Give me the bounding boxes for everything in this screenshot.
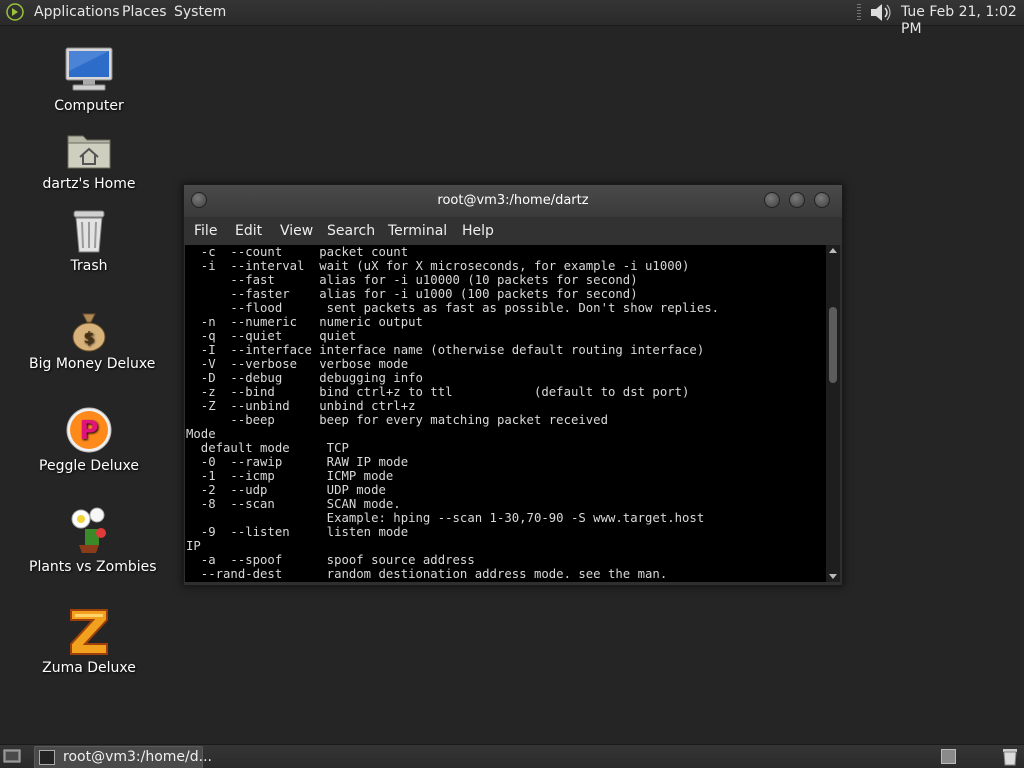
menu-help[interactable]: Help: [462, 222, 494, 240]
menu-search[interactable]: Search: [327, 222, 375, 240]
terminal-scrollbar[interactable]: [826, 245, 840, 582]
terminal-line: default mode TCP: [186, 441, 349, 455]
terminal-line: -a --spoof spoof source address: [186, 553, 475, 567]
applications-menu[interactable]: Applications: [34, 4, 120, 21]
terminal-line: -c --count packet count: [186, 245, 409, 259]
volume-icon[interactable]: [869, 2, 893, 23]
scroll-up-arrow-icon[interactable]: [829, 248, 837, 253]
taskbar-item-terminal[interactable]: root@vm3:/home/d...: [34, 746, 212, 768]
terminal-line: -V --verbose verbose mode: [186, 357, 409, 371]
show-desktop-icon[interactable]: [3, 748, 21, 765]
terminal-line: IP: [186, 539, 201, 553]
money-bag-icon: $: [72, 313, 106, 352]
terminal-line: -8 --scan SCAN mode.: [186, 497, 401, 511]
terminal-text: -c --count packet count -i --interval wa…: [185, 245, 826, 581]
computer-icon: [65, 47, 113, 91]
terminal-line: -Z --unbind unbind ctrl+z: [186, 399, 416, 413]
desktop-icon-computer[interactable]: Computer: [29, 46, 149, 114]
menu-terminal[interactable]: Terminal: [388, 222, 447, 240]
terminal-line: -0 --rawip RAW IP mode: [186, 455, 409, 469]
terminal-output[interactable]: -c --count packet count -i --interval wa…: [185, 245, 826, 582]
terminal-line: Mode: [186, 427, 216, 441]
terminal-line: -2 --udp UDP mode: [186, 483, 386, 497]
terminal-line: --fast alias for -i u10000 (10 packets f…: [186, 273, 638, 287]
desktop-icon-zuma[interactable]: Zuma Deluxe: [29, 606, 149, 676]
terminal-line: -i --interval wait (uX for X microsecond…: [186, 259, 690, 273]
window-titlebar[interactable]: root@vm3:/home/dartz: [184, 185, 842, 217]
scrollbar-thumb[interactable]: [829, 307, 837, 383]
desktop-icon-label: dartz's Home: [42, 176, 136, 192]
terminal-line: --flood sent packets as fast as possible…: [186, 301, 720, 315]
bottom-panel: root@vm3:/home/d...: [0, 744, 1024, 768]
desktop-icon-label: Plants vs Zombies: [29, 559, 157, 575]
desktop-icon-label: Big Money Deluxe: [29, 356, 156, 372]
plants-vs-zombies-icon: [71, 507, 106, 553]
peggle-icon: P: [66, 407, 112, 453]
zuma-icon: [70, 609, 108, 655]
terminal-line: -1 --icmp ICMP mode: [186, 469, 394, 483]
distro-logo-icon[interactable]: [6, 3, 24, 21]
system-menu[interactable]: System: [174, 4, 226, 21]
menu-view[interactable]: View: [280, 222, 313, 240]
maximize-button[interactable]: [789, 192, 805, 208]
desktop-icon-peggle[interactable]: P Peggle Deluxe: [29, 406, 149, 474]
clock[interactable]: Tue Feb 21, 1:02 PM: [901, 4, 1024, 38]
scroll-down-arrow-icon[interactable]: [829, 574, 837, 579]
terminal-window[interactable]: root@vm3:/home/dartz File Edit View Sear…: [183, 184, 843, 586]
desktop: Applications Places System Tue Feb 21, 1…: [0, 0, 1024, 768]
terminal-line: --faster alias for -i u1000 (100 packets…: [186, 287, 638, 301]
top-panel: Applications Places System Tue Feb 21, 1…: [0, 0, 1024, 37]
desktop-icon-plants-vs-zombies[interactable]: Plants vs Zombies: [29, 505, 157, 575]
desktop-icon-label: Computer: [54, 98, 124, 114]
terminal-menubar: File Edit View Search Terminal Help: [184, 217, 842, 245]
desktop-icon-big-money[interactable]: $ Big Money Deluxe: [29, 310, 156, 372]
menu-edit[interactable]: Edit: [235, 222, 262, 240]
window-title: root@vm3:/home/dartz: [437, 193, 589, 208]
terminal-line: --beep beep for every matching packet re…: [186, 413, 608, 427]
terminal-line: -n --numeric numeric output: [186, 315, 423, 329]
workspace-switcher[interactable]: [941, 749, 956, 764]
desktop-icon-label: Zuma Deluxe: [42, 660, 136, 676]
taskbar-item-label: root@vm3:/home/d...: [63, 749, 212, 765]
terminal-line: -9 --listen listen mode: [186, 525, 409, 539]
home-folder-icon: [67, 135, 111, 169]
terminal-line: --rand-dest random destionation address …: [186, 567, 668, 581]
terminal-line: -q --quiet quiet: [186, 329, 357, 343]
terminal-line: -D --debug debugging info: [186, 371, 423, 385]
svg-text:$: $: [83, 328, 94, 347]
trash-applet-icon[interactable]: [1000, 747, 1020, 766]
terminal-line: -z --bind bind ctrl+z to ttl (default to…: [186, 385, 690, 399]
terminal-icon: [39, 750, 55, 765]
desktop-icon-home[interactable]: dartz's Home: [29, 128, 149, 192]
desktop-icon-label: Trash: [70, 258, 108, 274]
svg-text:P: P: [79, 416, 98, 446]
close-button[interactable]: [814, 192, 830, 208]
places-menu[interactable]: Places: [122, 4, 167, 21]
menu-file[interactable]: File: [194, 222, 217, 240]
desktop-icon-label: Peggle Deluxe: [39, 458, 139, 474]
panel-grip-handle[interactable]: [857, 4, 861, 21]
terminal-line: Example: hping --scan 1-30,70-90 -S www.…: [186, 511, 705, 525]
trash-icon: [73, 210, 105, 253]
desktop-icon-trash[interactable]: Trash: [29, 208, 149, 274]
minimize-button[interactable]: [764, 192, 780, 208]
terminal-line: -I --interface interface name (otherwise…: [186, 343, 705, 357]
